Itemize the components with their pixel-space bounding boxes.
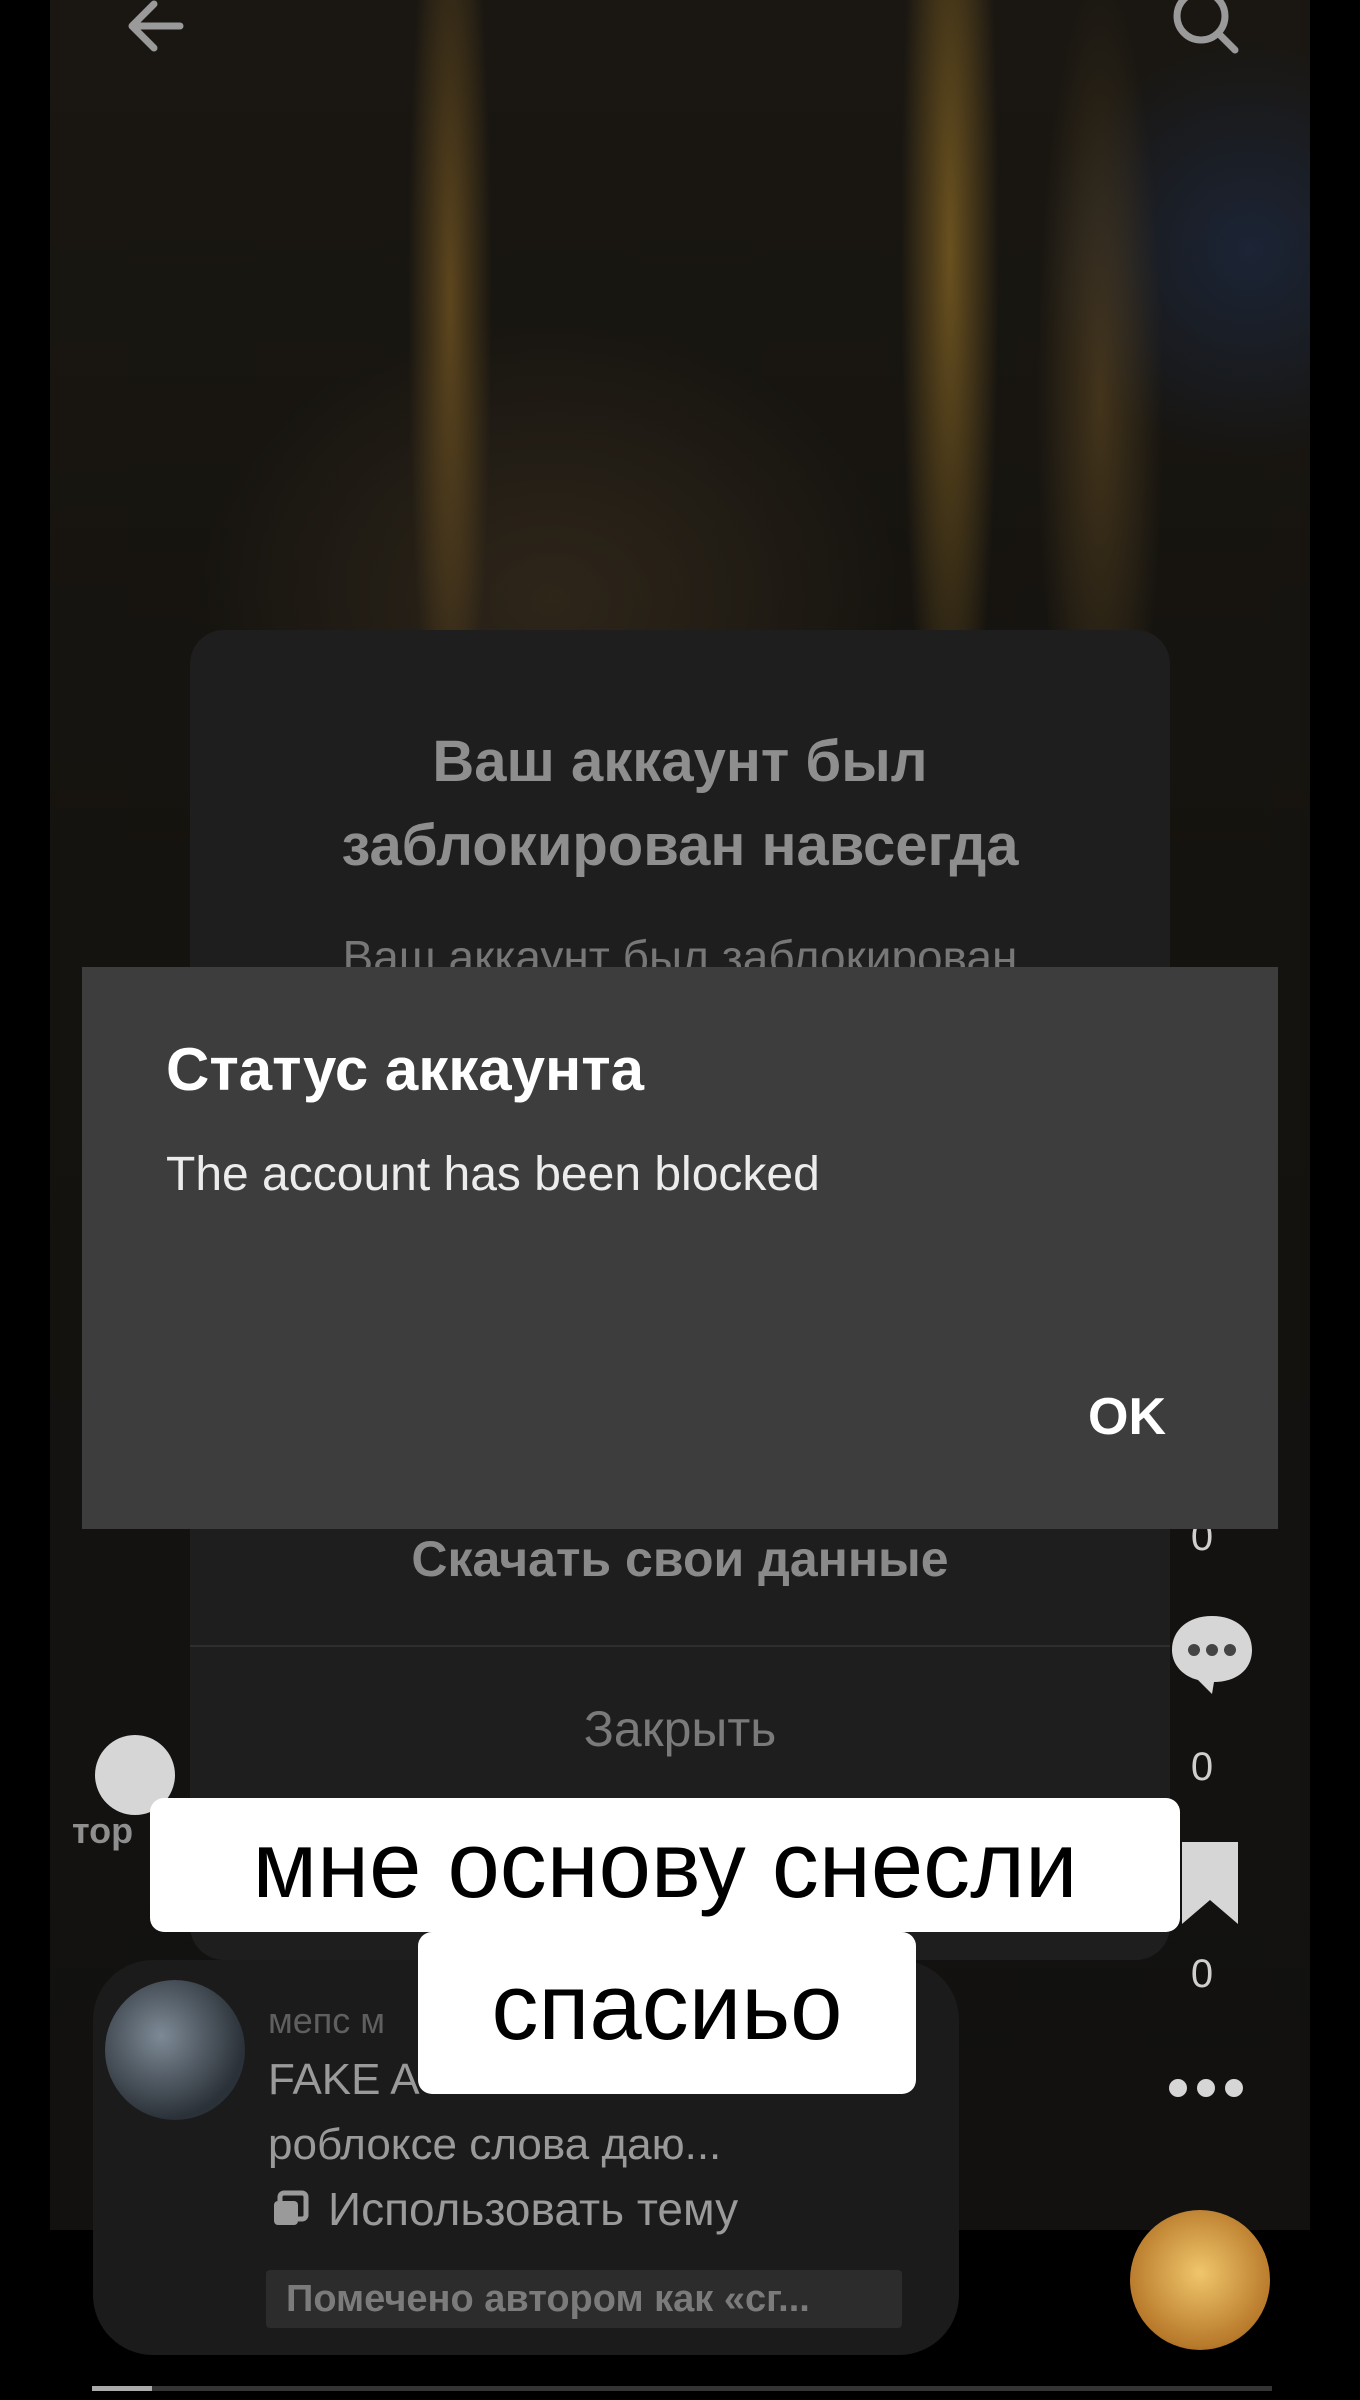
download-data-button[interactable]: Скачать свои данные — [190, 1530, 1170, 1588]
creator-label: тор — [72, 1810, 134, 1851]
description-line2: роблоксе слова даю... — [268, 2120, 722, 2169]
bookmark-icon[interactable] — [1178, 1838, 1242, 1933]
video-progress-fill — [92, 2386, 152, 2391]
theme-icon — [270, 2186, 310, 2240]
caption-line2: спасиьо — [418, 1932, 916, 2094]
more-dots-icon[interactable] — [1164, 2068, 1248, 2113]
sheet-subtitle: Ваш аккаунт был заблокирован — [342, 931, 1018, 970]
dialog-title: Статус аккаунта — [166, 1036, 645, 1103]
author-username[interactable]: мепс м — [268, 2000, 385, 2042]
author-avatar[interactable] — [105, 1980, 245, 2120]
use-theme-link[interactable]: Использовать тему — [270, 2182, 738, 2240]
search-icon[interactable] — [1165, 0, 1245, 60]
author-tag: Помечено автором как «сг... — [266, 2270, 902, 2328]
ok-button[interactable]: OK — [1088, 1387, 1166, 1447]
music-disc-icon[interactable] — [1130, 2210, 1270, 2350]
sheet-divider — [190, 1645, 1170, 1647]
sheet-title-line1: Ваш аккаунт был — [432, 729, 928, 794]
description-line1: FAKE A — [268, 2055, 420, 2104]
saves-count: 0 — [1190, 1952, 1214, 1996]
comments-count: 0 — [1190, 1745, 1214, 1789]
video-progress-track[interactable] — [92, 2386, 1272, 2391]
sheet-title-line2: заблокирован навсегда — [341, 813, 1019, 878]
sheet-title: Ваш аккаунт был заблокирован навсегда — [190, 720, 1170, 888]
caption-line1: мне основу снесли — [150, 1798, 1180, 1932]
dialog-message: The account has been blocked — [166, 1148, 820, 1201]
back-arrow-icon[interactable] — [120, 0, 200, 66]
comment-icon[interactable] — [1168, 1612, 1256, 1701]
use-theme-label: Использовать тему — [328, 2183, 739, 2235]
close-button[interactable]: Закрыть — [190, 1700, 1170, 1758]
account-status-dialog: Статус аккаунта The account has been blo… — [82, 967, 1278, 1529]
